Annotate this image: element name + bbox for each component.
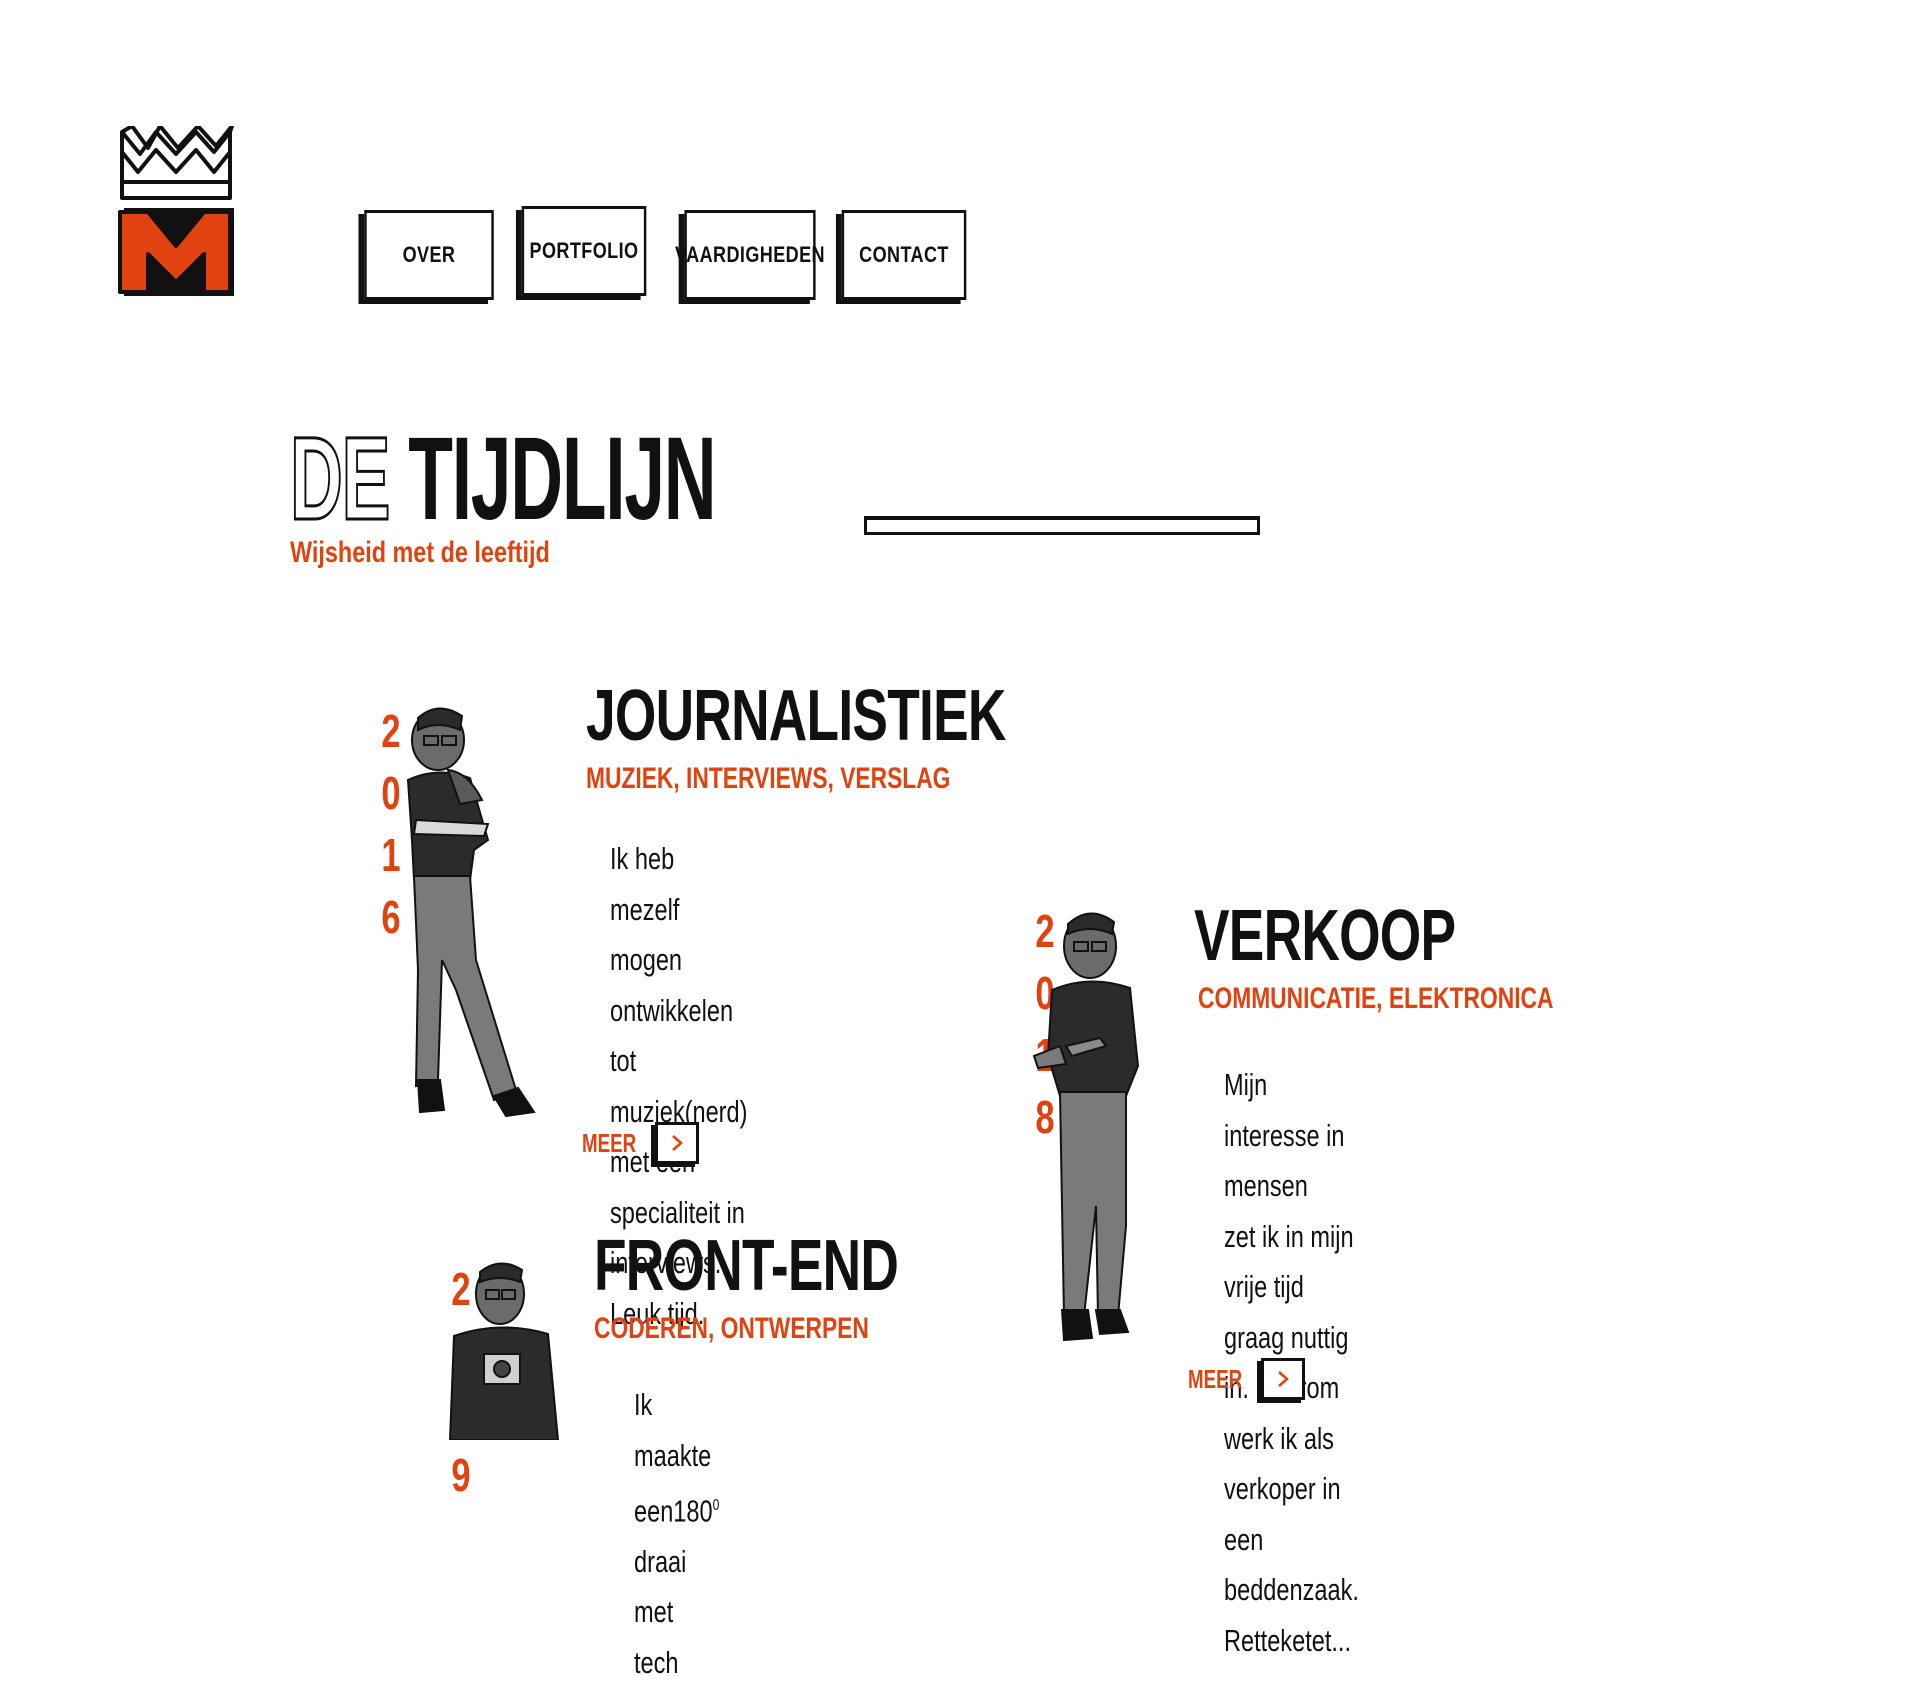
person-photo <box>1032 912 1140 1342</box>
text-line: werk ik als verkoper in een <box>1224 1420 1341 1557</box>
title-prefix: DE <box>289 413 391 545</box>
text-line: Ik maakte een1800 <box>634 1380 719 1537</box>
entry-tags: COMMUNICATIE, ELEKTRONICA <box>1198 982 1554 1015</box>
entry-title: FRONT-END <box>594 1226 899 1306</box>
more-label: MEER <box>1188 1363 1243 1394</box>
text-line: ontwikkelen tot <box>610 992 734 1079</box>
nav-item-over[interactable]: OVER <box>364 210 494 300</box>
text-line: beddenzaak. Retteketet... <box>1224 1572 1359 1658</box>
entry-description: Ik maakte een1800 draai met tech <box>634 1380 719 1688</box>
entry-title: JOURNALISTIEK <box>586 676 1006 756</box>
entry-tags: CODEREN, ONTWERPEN <box>594 1312 869 1345</box>
title-underline <box>864 516 1260 535</box>
text-line: zet ik in mijn vrije tijd <box>1224 1218 1354 1305</box>
nav-item-portfolio[interactable]: PORTFOLIO <box>521 206 647 296</box>
degree-sign: 0 <box>712 1497 720 1514</box>
year-digit: 9 <box>451 1449 471 1501</box>
nav-item-label: OVER <box>402 242 456 267</box>
more-button[interactable]: MEER <box>1188 1358 1306 1400</box>
site-logo[interactable] <box>118 124 238 301</box>
page-subtitle: Wijsheid met de leeftijd <box>290 536 550 569</box>
more-button[interactable]: MEER <box>582 1122 700 1164</box>
more-label: MEER <box>582 1127 637 1158</box>
person-photo <box>406 707 536 1118</box>
crown-m-logo-icon <box>118 124 234 296</box>
person-photo <box>448 1262 560 1440</box>
nav-item-vaardigheden[interactable]: VAARDIGHEDEN <box>675 210 825 300</box>
nav-item-label: CONTACT <box>859 242 949 267</box>
text-line: Mijn interesse in mensen <box>1224 1067 1345 1203</box>
chevron-right-icon <box>655 1122 700 1164</box>
entry-title: VERKOOP <box>1194 896 1456 976</box>
nav-item-contact[interactable]: CONTACT <box>841 210 967 300</box>
title-main: TIJDLIJN <box>408 413 716 545</box>
nav-item-label: VAARDIGHEDEN <box>675 242 825 267</box>
nav-item-label: PORTFOLIO <box>529 238 639 263</box>
text-line: draai met tech <box>634 1543 687 1680</box>
entry-tags: MUZIEK, INTERVIEWS, VERSLAG <box>586 762 951 795</box>
text-line-part: Ik maakte een180 <box>634 1387 713 1529</box>
chevron-right-icon <box>1261 1358 1306 1400</box>
main-nav: OVER PORTFOLIO VAARDIGHEDEN CONTACT <box>344 206 980 300</box>
text-line: Ik heb mezelf mogen <box>610 841 683 977</box>
page-title: DE TIJDLIJN <box>289 419 717 540</box>
